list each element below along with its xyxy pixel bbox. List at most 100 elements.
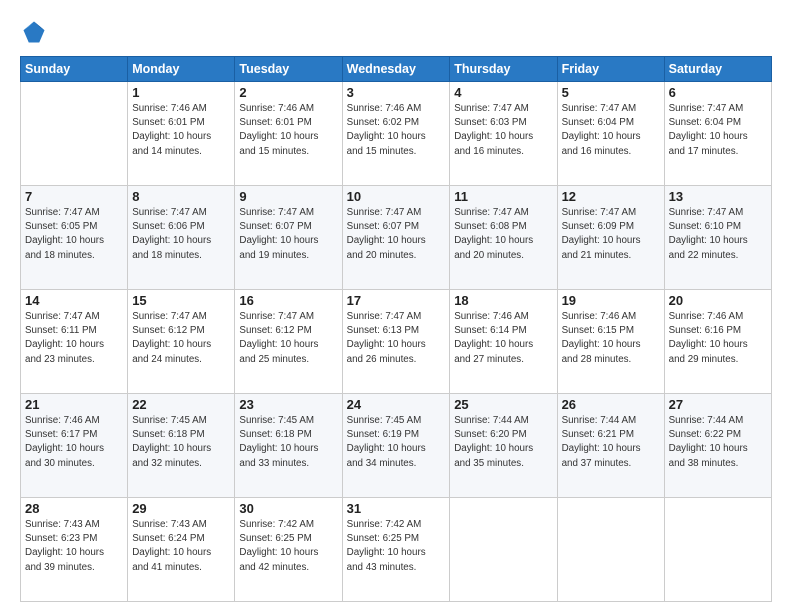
day-cell: 23Sunrise: 7:45 AMSunset: 6:18 PMDayligh… <box>235 394 342 498</box>
day-number: 22 <box>132 397 230 412</box>
day-number: 12 <box>562 189 660 204</box>
day-cell: 5 Sunrise: 7:47 AMSunset: 6:04 PMDaylight… <box>557 82 664 186</box>
day-info: Sunrise: 7:44 AMSunset: 6:21 PMDaylight:… <box>562 414 660 471</box>
day-number: 5 <box>562 85 660 100</box>
day-info: Sunrise: 7:46 AMSunset: 6:01 PMDaylight:… <box>132 102 230 159</box>
day-cell: 13 Sunrise: 7:47 AMSunset: 6:10 PMDayligh… <box>664 186 771 290</box>
col-header-monday: Monday <box>128 57 235 82</box>
day-info: Sunrise: 7:44 AMSunset: 6:22 PMDaylight:… <box>669 414 767 471</box>
day-info: Sunrise: 7:47 AMSunset: 6:09 PMDaylight:… <box>562 206 660 263</box>
day-info: Sunrise: 7:47 AMSunset: 6:10 PMDaylight:… <box>669 206 767 263</box>
day-number: 21 <box>25 397 123 412</box>
calendar: SundayMondayTuesdayWednesdayThursdayFrid… <box>20 56 772 602</box>
day-number: 1 <box>132 85 230 100</box>
day-info: Sunrise: 7:47 AMSunset: 6:03 PMDaylight:… <box>454 102 552 159</box>
day-cell: 20 Sunrise: 7:46 AMSunset: 6:16 PMDayligh… <box>664 290 771 394</box>
day-info: Sunrise: 7:45 AMSunset: 6:19 PMDaylight:… <box>347 414 446 471</box>
day-info: Sunrise: 7:45 AMSunset: 6:18 PMDaylight:… <box>132 414 230 471</box>
day-number: 6 <box>669 85 767 100</box>
day-cell: 11 Sunrise: 7:47 AMSunset: 6:08 PMDayligh… <box>450 186 557 290</box>
calendar-header-row: SundayMondayTuesdayWednesdayThursdayFrid… <box>21 57 772 82</box>
day-cell: 19Sunrise: 7:46 AMSunset: 6:15 PMDayligh… <box>557 290 664 394</box>
col-header-sunday: Sunday <box>21 57 128 82</box>
day-info: Sunrise: 7:46 AMSunset: 6:17 PMDaylight:… <box>25 414 123 471</box>
week-row-4: 21 Sunrise: 7:46 AMSunset: 6:17 PMDayligh… <box>21 394 772 498</box>
week-row-3: 14Sunrise: 7:47 AMSunset: 6:11 PMDayligh… <box>21 290 772 394</box>
day-info: Sunrise: 7:47 AMSunset: 6:08 PMDaylight:… <box>454 206 552 263</box>
day-cell: 15 Sunrise: 7:47 AMSunset: 6:12 PMDayligh… <box>128 290 235 394</box>
day-number: 3 <box>347 85 446 100</box>
day-info: Sunrise: 7:47 AMSunset: 6:12 PMDaylight:… <box>239 310 337 367</box>
day-cell: 14Sunrise: 7:47 AMSunset: 6:11 PMDayligh… <box>21 290 128 394</box>
day-cell: 30 Sunrise: 7:42 AMSunset: 6:25 PMDayligh… <box>235 498 342 602</box>
day-number: 27 <box>669 397 767 412</box>
day-cell <box>664 498 771 602</box>
day-cell: 29Sunrise: 7:43 AMSunset: 6:24 PMDayligh… <box>128 498 235 602</box>
day-cell: 21 Sunrise: 7:46 AMSunset: 6:17 PMDayligh… <box>21 394 128 498</box>
col-header-thursday: Thursday <box>450 57 557 82</box>
day-info: Sunrise: 7:47 AMSunset: 6:05 PMDaylight:… <box>25 206 123 263</box>
day-info: Sunrise: 7:47 AMSunset: 6:07 PMDaylight:… <box>239 206 337 263</box>
day-cell: 26Sunrise: 7:44 AMSunset: 6:21 PMDayligh… <box>557 394 664 498</box>
logo <box>20 18 52 46</box>
day-info: Sunrise: 7:47 AMSunset: 6:04 PMDaylight:… <box>562 102 660 159</box>
day-number: 13 <box>669 189 767 204</box>
day-cell: 22 Sunrise: 7:45 AMSunset: 6:18 PMDayligh… <box>128 394 235 498</box>
day-cell <box>557 498 664 602</box>
col-header-friday: Friday <box>557 57 664 82</box>
header <box>20 18 772 46</box>
day-number: 7 <box>25 189 123 204</box>
day-number: 16 <box>239 293 337 308</box>
day-number: 11 <box>454 189 552 204</box>
day-number: 19 <box>562 293 660 308</box>
day-cell: 17Sunrise: 7:47 AMSunset: 6:13 PMDayligh… <box>342 290 450 394</box>
week-row-1: 1 Sunrise: 7:46 AMSunset: 6:01 PMDaylight… <box>21 82 772 186</box>
day-info: Sunrise: 7:44 AMSunset: 6:20 PMDaylight:… <box>454 414 552 471</box>
day-cell: 2Sunrise: 7:46 AMSunset: 6:01 PMDaylight… <box>235 82 342 186</box>
day-cell: 18Sunrise: 7:46 AMSunset: 6:14 PMDayligh… <box>450 290 557 394</box>
day-info: Sunrise: 7:42 AMSunset: 6:25 PMDaylight:… <box>347 518 446 575</box>
day-cell <box>450 498 557 602</box>
day-cell: 25Sunrise: 7:44 AMSunset: 6:20 PMDayligh… <box>450 394 557 498</box>
day-number: 30 <box>239 501 337 516</box>
day-cell: 31 Sunrise: 7:42 AMSunset: 6:25 PMDayligh… <box>342 498 450 602</box>
day-cell: 10 Sunrise: 7:47 AMSunset: 6:07 PMDayligh… <box>342 186 450 290</box>
week-row-2: 7 Sunrise: 7:47 AMSunset: 6:05 PMDaylight… <box>21 186 772 290</box>
day-cell: 16 Sunrise: 7:47 AMSunset: 6:12 PMDayligh… <box>235 290 342 394</box>
day-cell: 28 Sunrise: 7:43 AMSunset: 6:23 PMDayligh… <box>21 498 128 602</box>
day-number: 14 <box>25 293 123 308</box>
day-cell: 27 Sunrise: 7:44 AMSunset: 6:22 PMDayligh… <box>664 394 771 498</box>
day-number: 4 <box>454 85 552 100</box>
week-row-5: 28 Sunrise: 7:43 AMSunset: 6:23 PMDayligh… <box>21 498 772 602</box>
day-number: 24 <box>347 397 446 412</box>
day-cell: 12 Sunrise: 7:47 AMSunset: 6:09 PMDayligh… <box>557 186 664 290</box>
day-cell: 3 Sunrise: 7:46 AMSunset: 6:02 PMDaylight… <box>342 82 450 186</box>
day-cell: 24 Sunrise: 7:45 AMSunset: 6:19 PMDayligh… <box>342 394 450 498</box>
day-info: Sunrise: 7:43 AMSunset: 6:24 PMDaylight:… <box>132 518 230 575</box>
col-header-tuesday: Tuesday <box>235 57 342 82</box>
day-info: Sunrise: 7:47 AMSunset: 6:06 PMDaylight:… <box>132 206 230 263</box>
day-cell: 4 Sunrise: 7:47 AMSunset: 6:03 PMDaylight… <box>450 82 557 186</box>
day-info: Sunrise: 7:43 AMSunset: 6:23 PMDaylight:… <box>25 518 123 575</box>
day-info: Sunrise: 7:46 AMSunset: 6:01 PMDaylight:… <box>239 102 337 159</box>
day-number: 20 <box>669 293 767 308</box>
day-info: Sunrise: 7:47 AMSunset: 6:12 PMDaylight:… <box>132 310 230 367</box>
day-number: 17 <box>347 293 446 308</box>
day-cell: 7 Sunrise: 7:47 AMSunset: 6:05 PMDaylight… <box>21 186 128 290</box>
day-number: 15 <box>132 293 230 308</box>
day-cell: 6 Sunrise: 7:47 AMSunset: 6:04 PMDaylight… <box>664 82 771 186</box>
day-info: Sunrise: 7:46 AMSunset: 6:02 PMDaylight:… <box>347 102 446 159</box>
day-info: Sunrise: 7:42 AMSunset: 6:25 PMDaylight:… <box>239 518 337 575</box>
day-cell: 9 Sunrise: 7:47 AMSunset: 6:07 PMDaylight… <box>235 186 342 290</box>
day-info: Sunrise: 7:45 AMSunset: 6:18 PMDaylight:… <box>239 414 337 471</box>
day-info: Sunrise: 7:47 AMSunset: 6:07 PMDaylight:… <box>347 206 446 263</box>
day-number: 28 <box>25 501 123 516</box>
day-info: Sunrise: 7:46 AMSunset: 6:16 PMDaylight:… <box>669 310 767 367</box>
day-number: 9 <box>239 189 337 204</box>
page: SundayMondayTuesdayWednesdayThursdayFrid… <box>0 0 792 612</box>
col-header-saturday: Saturday <box>664 57 771 82</box>
day-cell <box>21 82 128 186</box>
day-info: Sunrise: 7:47 AMSunset: 6:04 PMDaylight:… <box>669 102 767 159</box>
day-number: 10 <box>347 189 446 204</box>
day-number: 31 <box>347 501 446 516</box>
